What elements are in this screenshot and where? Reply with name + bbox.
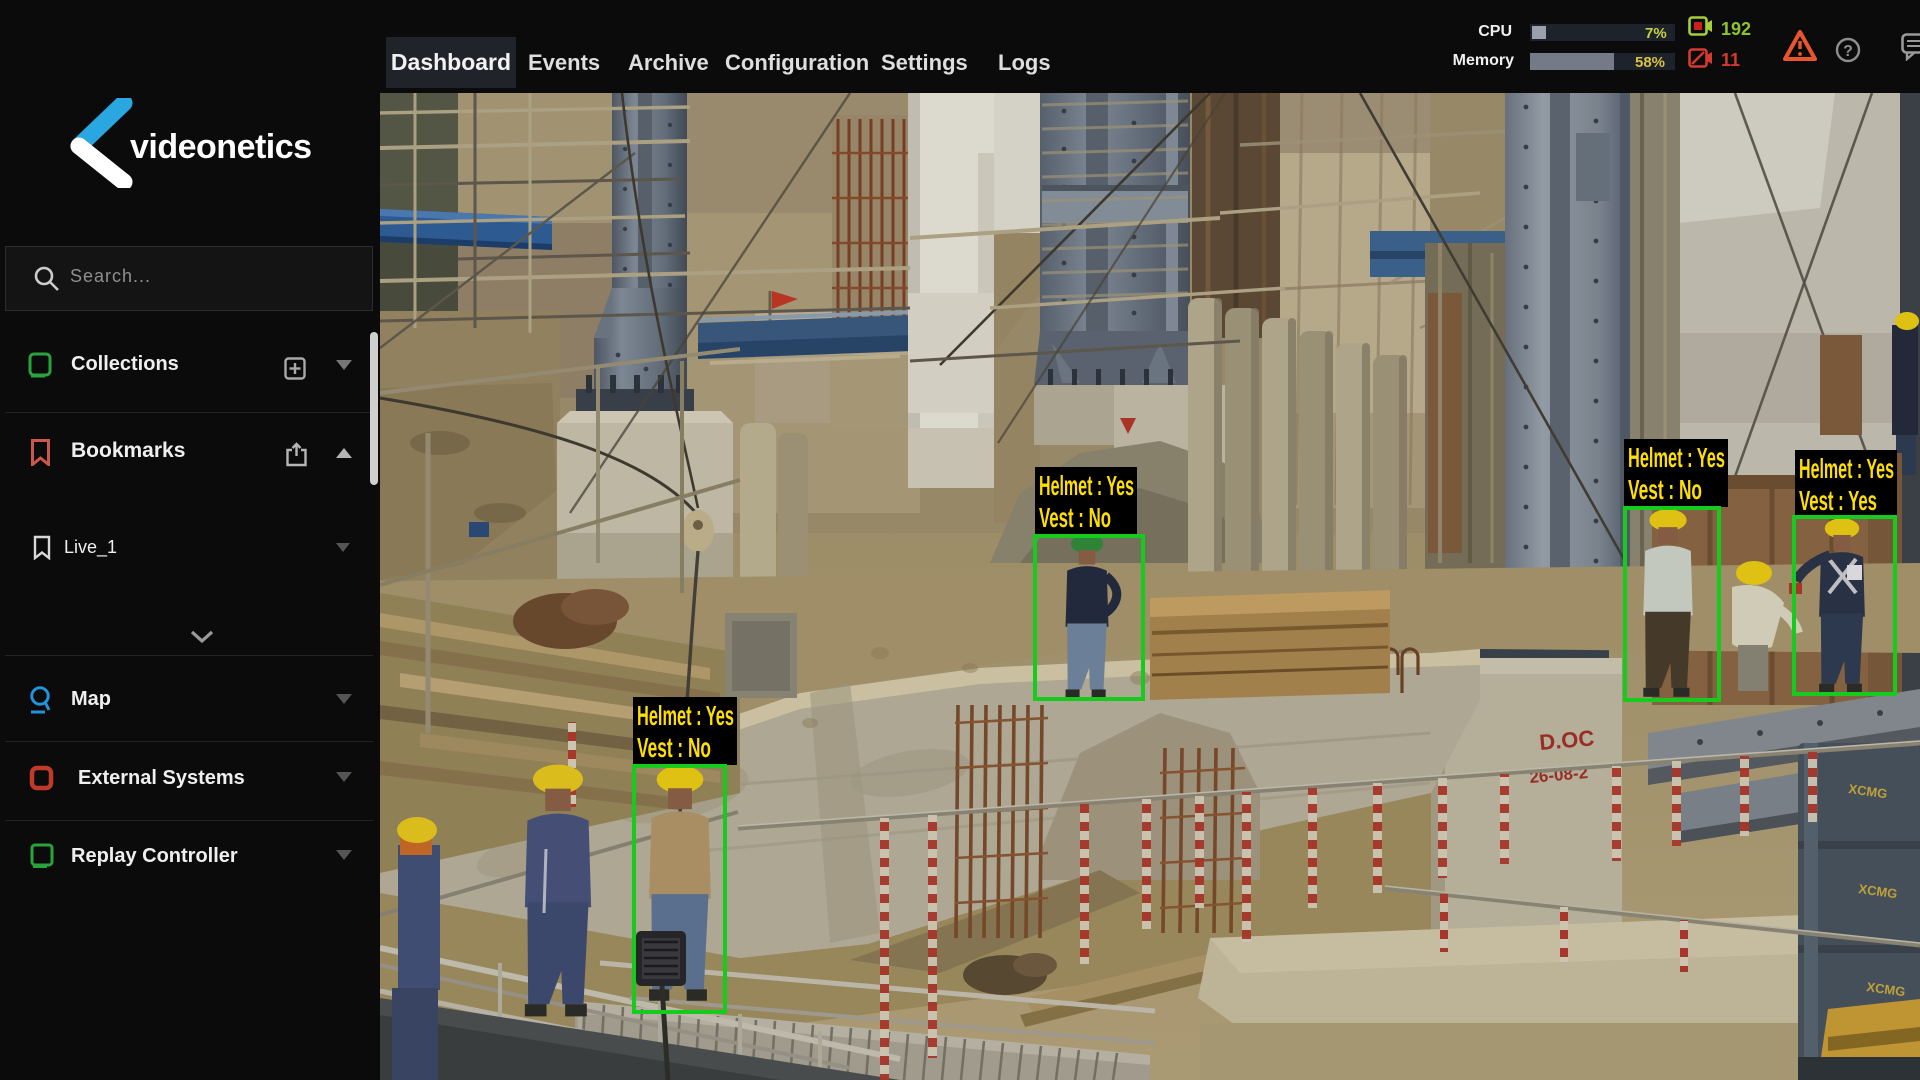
svg-text:videonetics: videonetics xyxy=(130,128,312,166)
svg-text:Helmet : Yes: Helmet : Yes xyxy=(1039,470,1134,501)
svg-text:Helmet : Yes: Helmet : Yes xyxy=(1799,453,1894,484)
svg-text:Helmet : Yes: Helmet : Yes xyxy=(1628,442,1725,473)
svg-text:Vest : Yes: Vest : Yes xyxy=(1799,485,1877,516)
svg-text:Vest : No: Vest : No xyxy=(1039,502,1111,533)
svg-text:Vest : No: Vest : No xyxy=(1628,474,1702,505)
svg-text:?: ? xyxy=(1843,43,1853,60)
svg-text:Helmet : Yes: Helmet : Yes xyxy=(637,700,734,731)
svg-text:Vest : No: Vest : No xyxy=(637,732,711,763)
